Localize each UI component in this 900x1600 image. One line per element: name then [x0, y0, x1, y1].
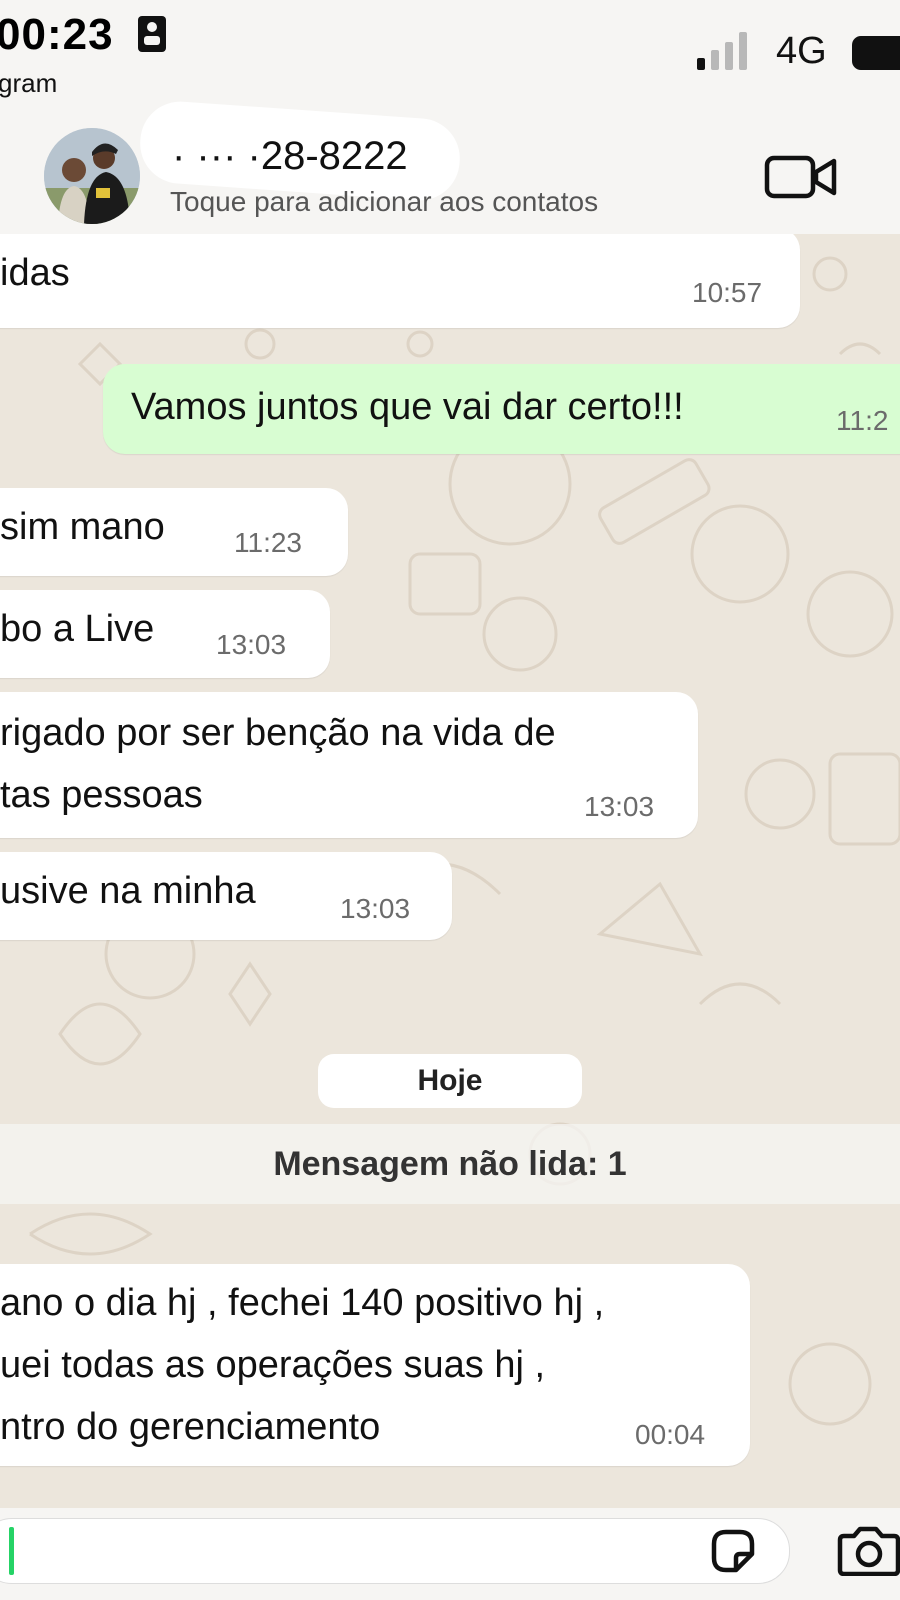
message-time: 11:23 — [234, 527, 302, 558]
message-bubble-incoming[interactable]: rigado por ser benção na vida de tas pes… — [0, 692, 698, 838]
video-call-icon[interactable] — [764, 152, 838, 202]
message-bubble-incoming[interactable]: ano o dia hj , fechei 140 positivo hj , … — [0, 1264, 750, 1466]
id-badge-icon — [138, 16, 166, 52]
message-time: 13:03 — [216, 629, 287, 660]
chat-area: idas 10:57 Vamos juntos que vai dar cert… — [0, 234, 900, 1508]
camera-icon[interactable] — [836, 1526, 900, 1577]
signal-icon — [697, 30, 757, 70]
avatar[interactable] — [44, 128, 140, 224]
battery-icon — [852, 36, 900, 70]
unread-messages-banner: Mensagem não lida: 1 — [0, 1124, 900, 1204]
message-time: 00:04 — [635, 1419, 706, 1450]
message-text: sim mano — [0, 506, 165, 548]
message-text: bo a Live — [0, 608, 155, 650]
network-type: 4G — [776, 30, 827, 72]
message-text: ano o dia hj , fechei 140 positivo hj , … — [0, 1282, 605, 1448]
message-bubble-outgoing[interactable]: Vamos juntos que vai dar certo!!! 11:2 — [103, 364, 900, 454]
message-input-bar — [0, 1508, 900, 1600]
message-text: rigado por ser benção na vida de tas pes… — [0, 712, 556, 816]
sticker-icon[interactable] — [708, 1526, 758, 1576]
message-text: idas — [0, 252, 70, 294]
message-input[interactable] — [0, 1518, 790, 1584]
message-bubble-incoming[interactable]: sim mano 11:23 — [0, 488, 348, 576]
message-time: 13:03 — [584, 791, 655, 822]
back-to-app-label[interactable]: gram — [0, 68, 57, 99]
status-time: 00:23 — [0, 10, 114, 59]
message-text: Vamos juntos que vai dar certo!!! — [131, 386, 684, 428]
contact-name[interactable]: · ··· ·28-8222 — [172, 134, 408, 179]
date-separator: Hoje — [318, 1054, 582, 1108]
add-to-contacts-hint[interactable]: Toque para adicionar aos contatos — [170, 186, 598, 218]
chat-header: · ··· ·28-8222 Toque para adicionar aos … — [0, 98, 900, 235]
text-cursor — [9, 1527, 14, 1575]
status-bar: 00:23 gram 4G — [0, 0, 900, 110]
message-text: usive na minha — [0, 870, 256, 912]
message-time: 13:03 — [340, 893, 411, 924]
message-time: 10:57 — [692, 277, 763, 308]
message-time: 11:2 — [836, 405, 889, 436]
message-bubble-incoming[interactable]: usive na minha 13:03 — [0, 852, 452, 940]
message-bubble-incoming[interactable]: bo a Live 13:03 — [0, 590, 330, 678]
message-bubble-incoming[interactable]: idas 10:57 — [0, 234, 800, 328]
